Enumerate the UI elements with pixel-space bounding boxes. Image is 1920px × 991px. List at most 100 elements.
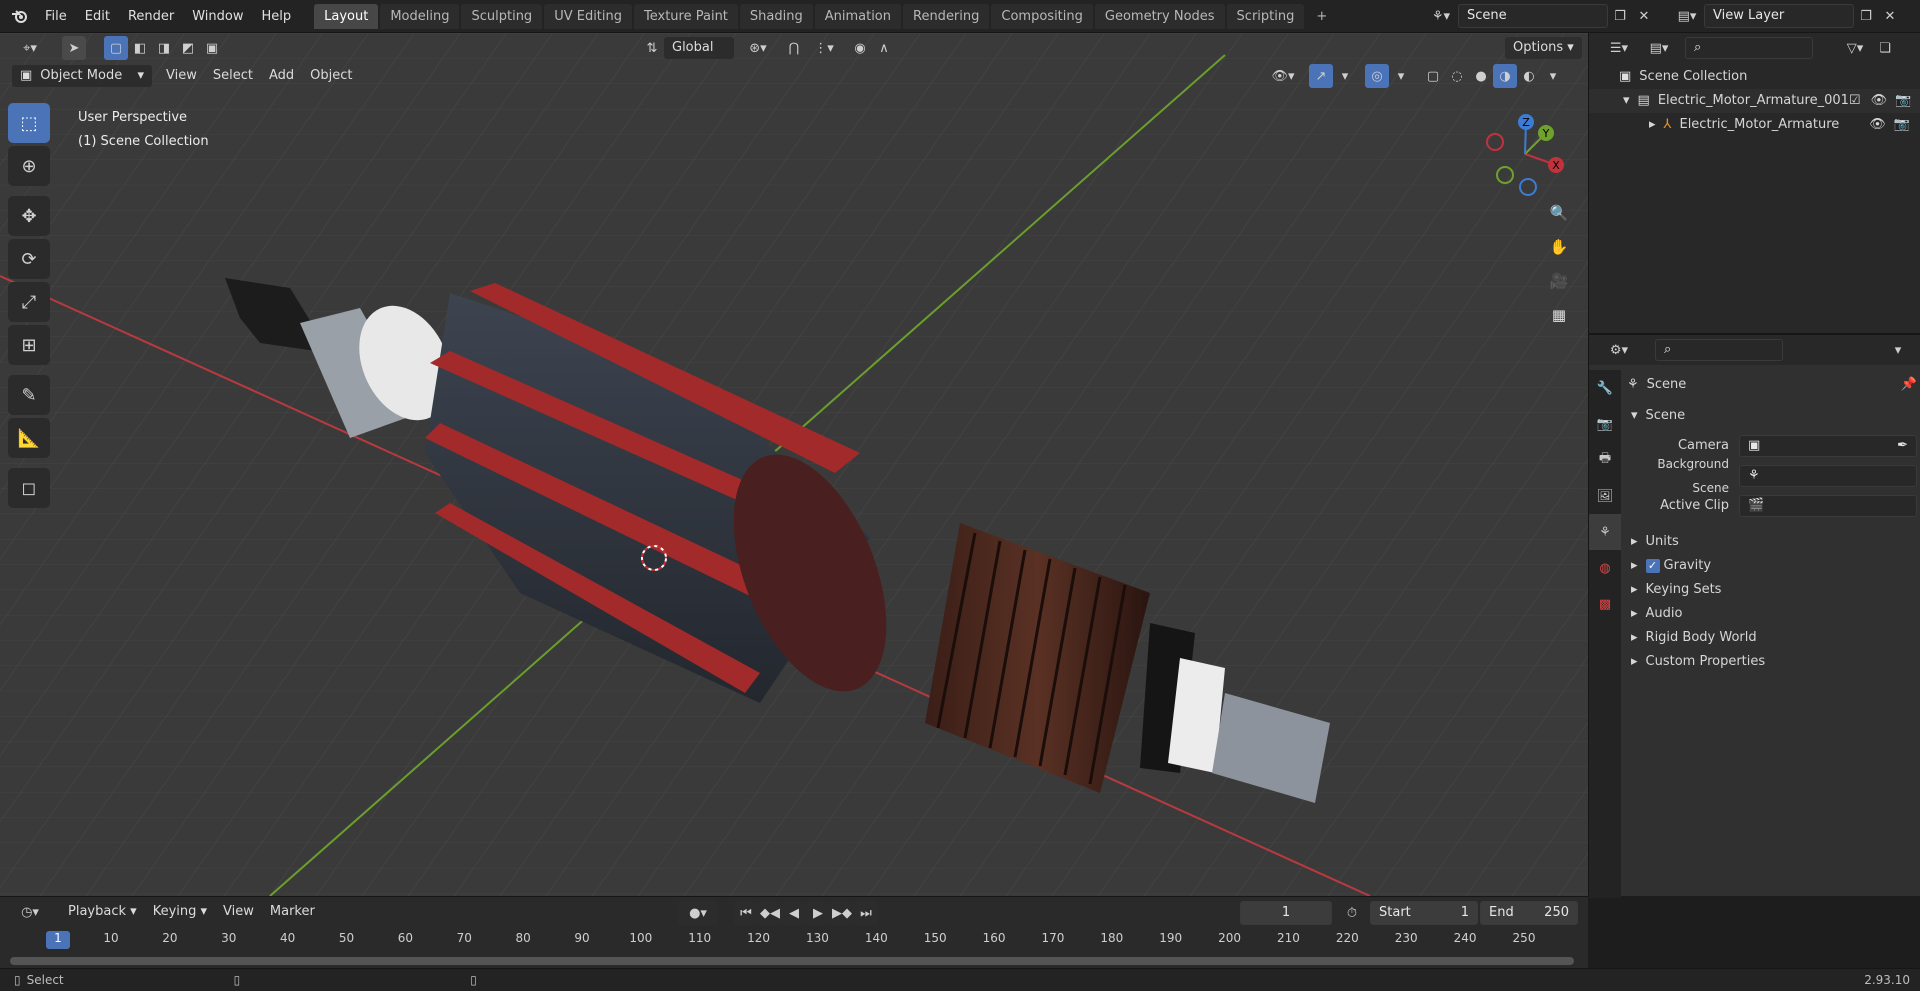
menu-render[interactable]: Render	[119, 0, 183, 33]
tab-shading[interactable]: Shading	[739, 3, 813, 29]
panel-gravity[interactable]: ▸ ✓ Gravity	[1627, 554, 1917, 578]
outliner-item-row[interactable]: ▸ ⅄ Electric_Motor_Armature 👁 📷	[1589, 113, 1920, 137]
add-cube-tool-icon[interactable]: ◻	[8, 468, 50, 508]
outliner-editor-icon[interactable]: ☰▾	[1601, 36, 1637, 60]
outliner-search-input[interactable]: ⌕	[1685, 37, 1813, 59]
view-layer-icon[interactable]: ▤▾	[1670, 4, 1704, 28]
menu-view[interactable]: View	[158, 65, 205, 87]
scene-tab-icon[interactable]: ⚘	[1589, 514, 1621, 550]
select-intersect-icon[interactable]: ▣	[200, 36, 224, 60]
pivot-point-icon[interactable]: ⊛▾	[740, 36, 776, 60]
select-new-icon[interactable]: ▢	[104, 36, 128, 60]
display-mode-icon[interactable]: ▤▾	[1641, 36, 1677, 60]
select-tool-icon[interactable]: ➤	[62, 36, 86, 60]
gizmo-dropdown-icon[interactable]: ▾	[1333, 64, 1357, 88]
tab-layout[interactable]: Layout	[314, 3, 379, 29]
select-subtract-icon[interactable]: ◨	[152, 36, 176, 60]
timeline-scrollbar-thumb[interactable]	[10, 957, 1574, 965]
scene-section-header[interactable]: ▾ Scene	[1627, 404, 1917, 428]
tool-tab-icon[interactable]: 🔧	[1589, 370, 1621, 406]
outliner-root-row[interactable]: ▣ Scene Collection	[1589, 65, 1920, 89]
camera-input[interactable]: ▣ ✒	[1739, 435, 1917, 457]
blender-logo-icon[interactable]	[8, 4, 32, 28]
tab-sculpting[interactable]: Sculpting	[461, 3, 543, 29]
remove-scene-icon[interactable]: ✕	[1632, 4, 1656, 28]
scene-icon[interactable]: ⚘▾	[1424, 4, 1458, 28]
tab-texture-paint[interactable]: Texture Paint	[634, 3, 738, 29]
expand-chevron-icon[interactable]: ▾	[1623, 89, 1630, 113]
active-clip-input[interactable]: 🎬	[1739, 495, 1917, 517]
tab-geometry-nodes[interactable]: Geometry Nodes	[1094, 3, 1225, 29]
background-scene-input[interactable]: ⚘	[1739, 465, 1917, 487]
properties-options-icon[interactable]: ▾	[1886, 338, 1910, 362]
transform-tool-icon[interactable]: ⊞	[8, 325, 50, 365]
scale-tool-icon[interactable]: ⤢	[8, 282, 50, 322]
outliner-item-row[interactable]: ▾ ▤ Electric_Motor_Armature_001 ☑ 👁 📷	[1589, 89, 1920, 113]
pin-icon[interactable]: 📌	[1901, 373, 1917, 397]
tab-scripting[interactable]: Scripting	[1226, 3, 1305, 29]
options-dropdown[interactable]: Options ▾	[1505, 37, 1582, 59]
menu-select[interactable]: Select	[205, 65, 261, 87]
overlay-dropdown-icon[interactable]: ▾	[1389, 64, 1413, 88]
view-layer-name-field[interactable]: View Layer	[1704, 4, 1854, 28]
overlay-toggle-icon[interactable]: ◎	[1365, 64, 1389, 88]
tab-uv-editing[interactable]: UV Editing	[544, 3, 633, 29]
world-tab-icon[interactable]: ◍	[1589, 550, 1621, 586]
menu-add[interactable]: Add	[261, 65, 302, 87]
eyedropper-icon[interactable]: ✒	[1897, 435, 1908, 457]
shading-solid-icon[interactable]: ●	[1469, 64, 1493, 88]
snap-icon[interactable]: ⋂	[782, 36, 806, 60]
collapse-chevron-icon[interactable]: ▸	[1649, 113, 1656, 137]
gravity-checkbox[interactable]: ✓	[1645, 559, 1660, 573]
gizmo-neg-y[interactable]	[1496, 166, 1514, 184]
shading-rendered-icon[interactable]: ◐	[1517, 64, 1541, 88]
navigation-gizmo[interactable]: X Y Z	[1480, 109, 1570, 199]
copy-scene-icon[interactable]: ❐	[1608, 4, 1632, 28]
output-tab-icon[interactable]: 🖶	[1589, 442, 1621, 478]
gizmo-toggle-icon[interactable]: ↗	[1309, 64, 1333, 88]
object-mode-dropdown[interactable]: ▣ Object Mode ▾	[12, 65, 152, 87]
panel-audio[interactable]: ▸ Audio	[1627, 602, 1917, 626]
tab-rendering[interactable]: Rendering	[903, 3, 990, 29]
tab-modeling[interactable]: Modeling	[380, 3, 460, 29]
zoom-icon[interactable]: 🔍	[1544, 198, 1574, 228]
shading-dropdown-icon[interactable]: ▾	[1541, 64, 1565, 88]
render-camera-icon[interactable]: 📷	[1895, 89, 1911, 113]
visibility-icon[interactable]: 👁▾	[1265, 64, 1301, 88]
menu-file[interactable]: File	[36, 0, 76, 33]
shading-material-icon[interactable]: ◑	[1493, 64, 1517, 88]
viewport-scene[interactable]	[0, 33, 1588, 896]
eye-icon[interactable]: 👁	[1869, 113, 1886, 137]
include-checkbox-icon[interactable]: ☑	[1849, 89, 1861, 113]
gizmo-neg-z[interactable]	[1519, 178, 1537, 196]
measure-tool-icon[interactable]: 📐	[8, 418, 50, 458]
filter-icon[interactable]: ▽▾	[1837, 36, 1873, 60]
panel-custom-properties[interactable]: ▸ Custom Properties	[1627, 650, 1917, 674]
tab-compositing[interactable]: Compositing	[991, 3, 1093, 29]
pan-hand-icon[interactable]: ✋	[1544, 232, 1574, 262]
timeline-scrollbar[interactable]	[10, 957, 1574, 965]
menu-help[interactable]: Help	[253, 0, 301, 33]
snap-target-icon[interactable]: ⋮▾	[806, 36, 842, 60]
panel-units[interactable]: ▸ Units	[1627, 530, 1917, 554]
rotate-tool-icon[interactable]: ⟳	[8, 239, 50, 279]
copy-view-layer-icon[interactable]: ❐	[1854, 4, 1878, 28]
editor-type-icon[interactable]: ⌖▾	[12, 36, 48, 60]
render-tab-icon[interactable]: 📷	[1589, 406, 1621, 442]
scene-name-field[interactable]: Scene	[1458, 4, 1608, 28]
move-tool-icon[interactable]: ✥	[8, 196, 50, 236]
view-layer-tab-icon[interactable]: 🖼	[1589, 478, 1621, 514]
cursor-tool-icon[interactable]: ⊕	[8, 146, 50, 186]
proportional-edit-icon[interactable]: ◉	[848, 36, 872, 60]
camera-view-icon[interactable]: 🎥	[1544, 266, 1574, 296]
tab-animation[interactable]: Animation	[814, 3, 901, 29]
select-box-tool-icon[interactable]: ⬚	[8, 103, 50, 143]
falloff-icon[interactable]: ∧	[872, 36, 896, 60]
texture-tab-icon[interactable]: ▩	[1589, 586, 1621, 622]
menu-window[interactable]: Window	[183, 0, 252, 33]
perspective-grid-icon[interactable]: ▦	[1544, 300, 1574, 330]
transform-orientation-dropdown[interactable]: Global	[664, 37, 734, 59]
properties-editor-icon[interactable]: ⚙▾	[1601, 338, 1637, 362]
select-invert-icon[interactable]: ◩	[176, 36, 200, 60]
xray-toggle-icon[interactable]: ▢	[1421, 64, 1445, 88]
